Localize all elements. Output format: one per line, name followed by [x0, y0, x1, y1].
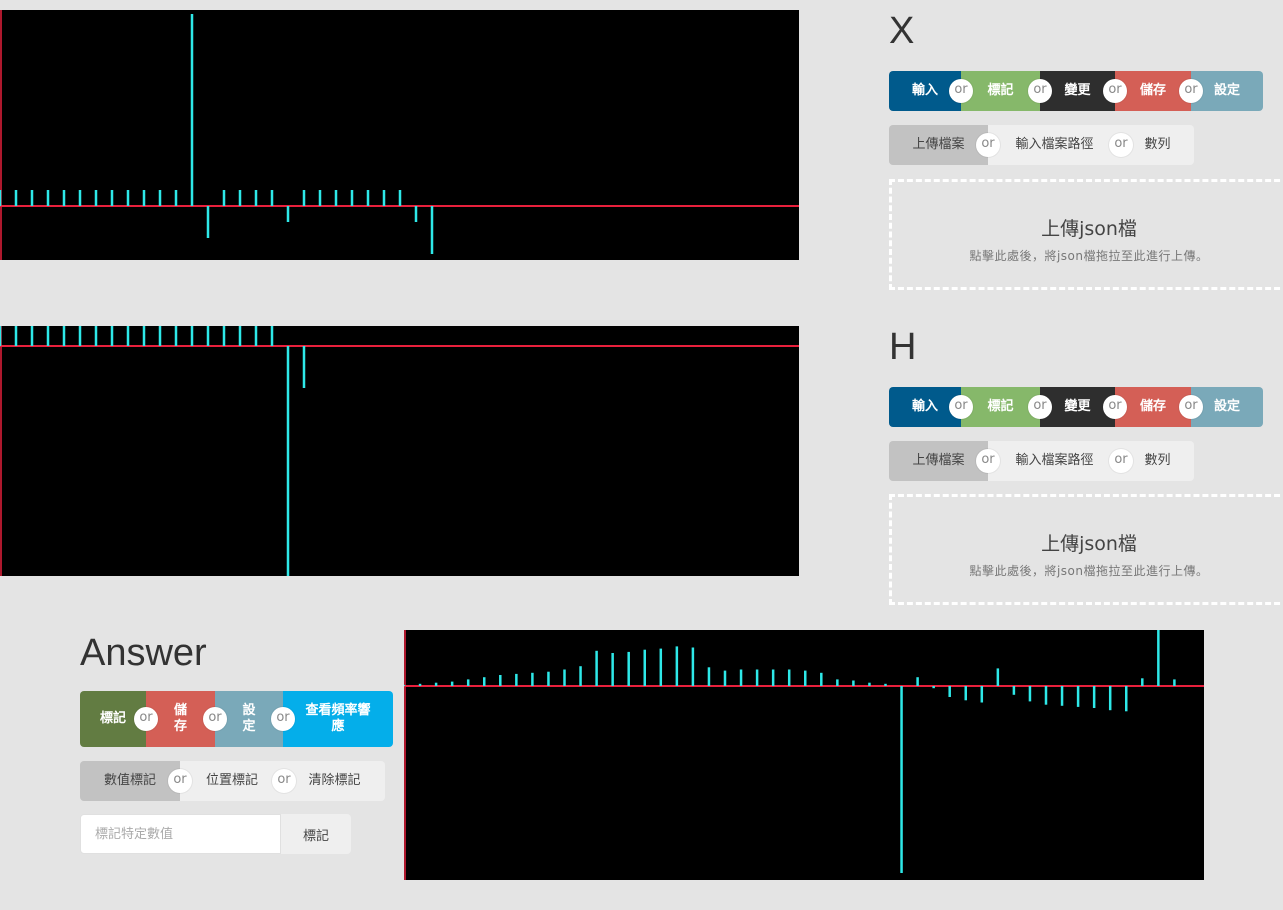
- x-save-label: 儲存: [1139, 83, 1166, 98]
- h-stem-plot: [0, 326, 799, 576]
- h-input-label: 輸入: [911, 399, 938, 414]
- h-signal-canvas[interactable]: [0, 326, 799, 576]
- h-input-button[interactable]: 輸入 or: [889, 387, 973, 427]
- x-file-path-button[interactable]: 輸入檔案路徑 or: [988, 125, 1133, 165]
- x-json-dropzone[interactable]: 上傳json檔 點擊此處後，將json檔拖拉至此進行上傳。: [889, 179, 1283, 290]
- answer-settings-label: 設定: [242, 703, 256, 734]
- or-divider: or: [949, 79, 973, 103]
- h-upload-file-label: 上傳檔案: [912, 453, 965, 468]
- answer-signal-canvas[interactable]: [404, 630, 1204, 880]
- mark-value-input[interactable]: [80, 814, 281, 854]
- h-source-toolbar: 上傳檔案 or 輸入檔案路徑 or 數列: [889, 441, 1194, 481]
- h-dropzone-hint: 點擊此處後，將json檔拖拉至此進行上傳。: [969, 564, 1209, 578]
- x-sequence-label: 數列: [1144, 137, 1171, 152]
- x-toolbar: 輸入 or 標記 or 變更 or 儲存 or 設定: [889, 71, 1263, 111]
- value-mark-button[interactable]: 數值標記 or: [80, 761, 192, 801]
- x-settings-label: 設定: [1213, 83, 1240, 98]
- or-divider: or: [949, 395, 973, 419]
- value-mark-label: 數值標記: [103, 773, 156, 788]
- x-upload-file-button[interactable]: 上傳檔案 or: [889, 125, 1000, 165]
- or-divider: or: [1028, 79, 1052, 103]
- or-divider: or: [1109, 449, 1133, 473]
- x-change-label: 變更: [1064, 83, 1091, 98]
- x-dropzone-hint: 點擊此處後，將json檔拖拉至此進行上傳。: [969, 249, 1209, 263]
- x-dropzone-title: 上傳json檔: [1041, 218, 1137, 240]
- or-divider: or: [1103, 395, 1127, 419]
- or-divider: or: [1103, 79, 1127, 103]
- frequency-response-button[interactable]: 查看頻率響應: [283, 691, 393, 747]
- x-input-label: 輸入: [911, 83, 938, 98]
- x-section-title: X: [889, 10, 915, 52]
- x-mark-label: 標記: [987, 83, 1014, 98]
- or-divider: or: [203, 707, 227, 731]
- frequency-response-label: 查看頻率響應: [305, 703, 371, 734]
- or-divider: or: [1179, 395, 1203, 419]
- or-divider: or: [976, 449, 1000, 473]
- answer-toolbar: 標記 or 儲存 or 設定 or 查看頻率響應: [80, 691, 393, 747]
- answer-save-label: 儲存: [173, 703, 187, 734]
- h-file-path-button[interactable]: 輸入檔案路徑 or: [988, 441, 1133, 481]
- or-divider: or: [1028, 395, 1052, 419]
- x-source-toolbar: 上傳檔案 or 輸入檔案路徑 or 數列: [889, 125, 1194, 165]
- x-file-path-label: 輸入檔案路徑: [1015, 137, 1094, 152]
- or-divider: or: [1109, 133, 1133, 157]
- clear-mark-button[interactable]: 清除標記: [284, 761, 385, 801]
- answer-stem-plot: [404, 630, 1204, 880]
- position-mark-button[interactable]: 位置標記 or: [180, 761, 296, 801]
- x-signal-canvas[interactable]: [0, 10, 799, 260]
- position-mark-label: 位置標記: [205, 773, 258, 788]
- or-divider: or: [1179, 79, 1203, 103]
- or-divider: or: [134, 707, 158, 731]
- answer-mark-label: 標記: [100, 711, 127, 726]
- answer-section-title: Answer: [80, 632, 207, 674]
- h-section-title: H: [889, 326, 917, 368]
- h-dropzone-title: 上傳json檔: [1041, 533, 1137, 555]
- or-divider: or: [168, 769, 192, 793]
- h-settings-label: 設定: [1213, 399, 1240, 414]
- x-upload-file-label: 上傳檔案: [912, 137, 965, 152]
- h-save-label: 儲存: [1139, 399, 1166, 414]
- or-divider: or: [976, 133, 1000, 157]
- h-file-path-label: 輸入檔案路徑: [1015, 453, 1094, 468]
- or-divider: or: [271, 707, 295, 731]
- h-upload-file-button[interactable]: 上傳檔案 or: [889, 441, 1000, 481]
- x-stem-plot: [0, 10, 799, 260]
- answer-mark-mode-toolbar: 數值標記 or 位置標記 or 清除標記: [80, 761, 385, 801]
- clear-mark-label: 清除標記: [308, 773, 361, 788]
- h-sequence-label: 數列: [1144, 453, 1171, 468]
- x-input-button[interactable]: 輸入 or: [889, 71, 973, 111]
- or-divider: or: [272, 769, 296, 793]
- h-json-dropzone[interactable]: 上傳json檔 點擊此處後，將json檔拖拉至此進行上傳。: [889, 494, 1283, 605]
- h-change-label: 變更: [1064, 399, 1091, 414]
- h-mark-label: 標記: [987, 399, 1014, 414]
- mark-value-button[interactable]: 標記: [281, 814, 351, 854]
- answer-mark-button[interactable]: 標記 or: [80, 691, 158, 747]
- h-toolbar: 輸入 or 標記 or 變更 or 儲存 or 設定: [889, 387, 1263, 427]
